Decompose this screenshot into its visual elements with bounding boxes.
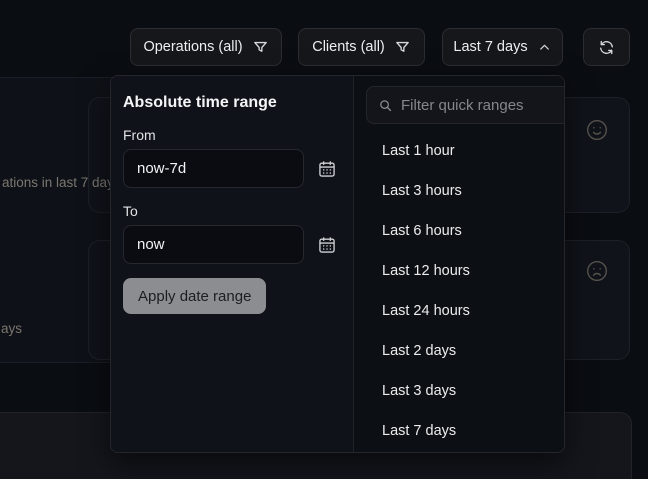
quick-ranges-pane: Last 1 hour Last 3 hours Last 6 hours La… xyxy=(353,76,565,452)
quick-ranges-filter-input[interactable] xyxy=(401,97,565,114)
operations-filter-button[interactable]: Operations (all) xyxy=(130,28,282,66)
from-calendar-button[interactable] xyxy=(317,158,339,180)
calendar-icon xyxy=(317,235,339,255)
from-input[interactable] xyxy=(123,149,304,188)
quick-range-option[interactable]: Last 3 days xyxy=(354,371,565,411)
quick-range-option[interactable]: Last 12 hours xyxy=(354,251,565,291)
quick-ranges-list: Last 1 hour Last 3 hours Last 6 hours La… xyxy=(354,131,565,451)
quick-ranges-search-box[interactable] xyxy=(366,86,565,124)
quick-range-option[interactable]: Last 1 hour xyxy=(354,131,565,171)
card-caption-fragment: ations in last 7 days xyxy=(2,175,121,190)
to-input[interactable] xyxy=(123,225,304,264)
quick-range-option[interactable]: Last 3 hours xyxy=(354,171,565,211)
clients-filter-button[interactable]: Clients (all) xyxy=(298,28,425,66)
time-range-dropdown: Absolute time range From xyxy=(110,75,565,453)
absolute-time-range-title: Absolute time range xyxy=(123,94,339,112)
refresh-icon xyxy=(598,39,615,56)
absolute-time-range-pane: Absolute time range From xyxy=(111,76,353,452)
calendar-icon xyxy=(317,159,339,179)
to-label: To xyxy=(123,203,339,219)
card-caption-fragment: ays xyxy=(1,321,22,336)
refresh-button[interactable] xyxy=(583,28,630,66)
quick-range-option[interactable]: Last 6 hours xyxy=(354,211,565,251)
clients-filter-label: Clients (all) xyxy=(312,39,385,55)
search-icon xyxy=(378,98,393,113)
smiley-face-icon xyxy=(585,118,609,142)
frowny-face-icon xyxy=(585,259,609,283)
filter-icon xyxy=(394,39,411,56)
operations-filter-label: Operations (all) xyxy=(143,39,242,55)
quick-range-option[interactable]: Last 24 hours xyxy=(354,291,565,331)
to-calendar-button[interactable] xyxy=(317,234,339,256)
apply-date-range-button[interactable]: Apply date range xyxy=(123,278,266,314)
time-range-picker-button[interactable]: Last 7 days xyxy=(442,28,563,66)
quick-range-option[interactable]: Last 2 days xyxy=(354,331,565,371)
chevron-up-icon xyxy=(537,40,552,55)
from-label: From xyxy=(123,127,339,143)
filter-icon xyxy=(252,39,269,56)
quick-range-option[interactable]: Last 7 days xyxy=(354,411,565,451)
time-range-label: Last 7 days xyxy=(453,39,527,55)
